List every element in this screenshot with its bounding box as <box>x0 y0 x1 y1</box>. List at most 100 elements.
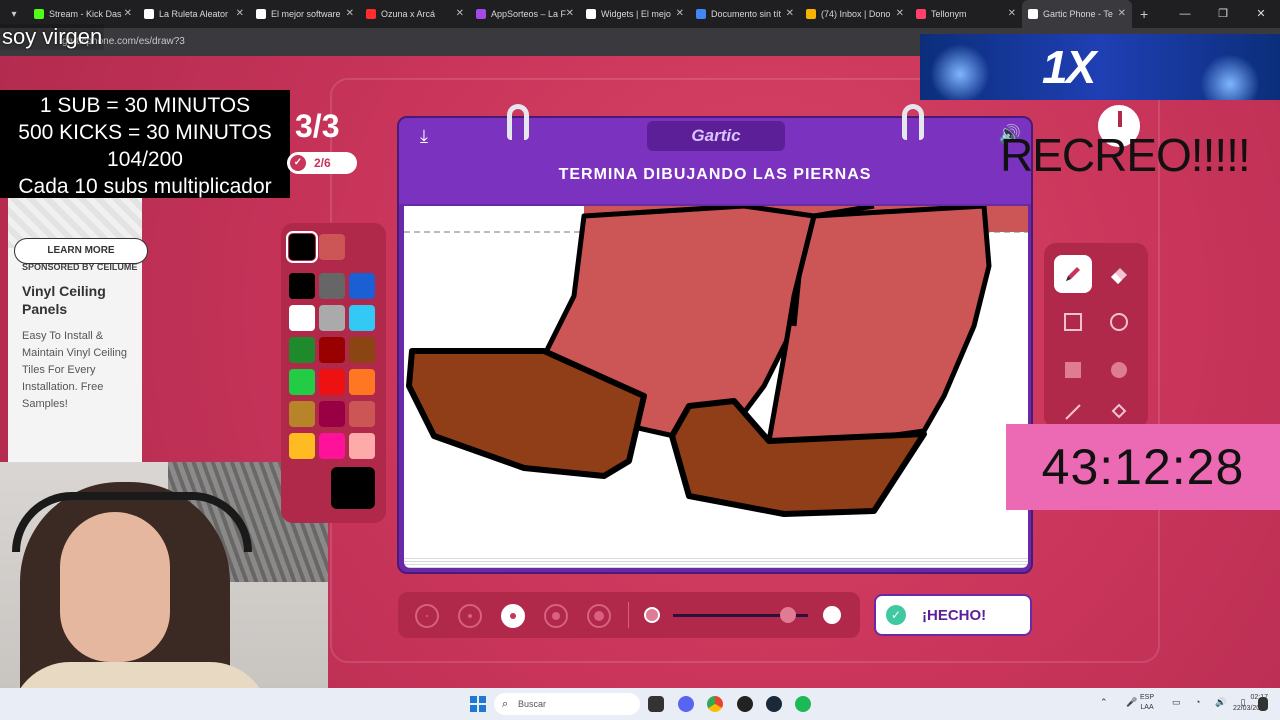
color-swatch[interactable] <box>349 305 375 331</box>
color-swatch[interactable] <box>319 305 345 331</box>
steam-icon[interactable] <box>766 696 782 712</box>
recreo-label: RECREO!!!!! <box>1000 129 1251 181</box>
check-icon: ✓ <box>886 605 906 625</box>
color-swatch[interactable] <box>289 433 315 459</box>
sub-goal-line: 1 SUB = 30 MINUTOS <box>39 94 251 117</box>
browser-tab[interactable]: (74) Inbox | Dono ✕ <box>800 0 910 28</box>
tab-close-icon[interactable]: ✕ <box>1008 8 1016 19</box>
lang-code: ESP <box>1140 694 1155 701</box>
eraser-icon[interactable] <box>1100 255 1138 293</box>
file-explorer-icon[interactable] <box>648 696 664 712</box>
sketchbook-pages <box>404 556 1028 568</box>
sub-goal-line: 104/200 <box>107 148 183 171</box>
color-swatch[interactable] <box>319 337 345 363</box>
obs-icon[interactable] <box>737 696 753 712</box>
browser-tab[interactable]: AppSorteos – La F ✕ <box>470 0 580 28</box>
brush-size-option[interactable] <box>415 604 439 628</box>
new-tab-button[interactable]: + <box>1140 6 1148 22</box>
tab-favicon-icon <box>806 9 816 19</box>
custom-color-swatch[interactable] <box>331 467 375 509</box>
tab-close-icon[interactable]: ✕ <box>566 8 574 19</box>
brush-size-option[interactable] <box>587 604 611 628</box>
tab-close-icon[interactable]: ✕ <box>676 8 684 19</box>
opacity-slider-knob[interactable] <box>779 607 796 623</box>
color-swatch[interactable] <box>319 401 345 427</box>
restore-icon[interactable]: ❐ <box>1204 0 1242 28</box>
color-palette <box>281 223 386 523</box>
rectangle-icon[interactable] <box>1054 303 1092 341</box>
color-swatch[interactable] <box>289 401 315 427</box>
color-swatch[interactable] <box>349 369 375 395</box>
color-swatch[interactable] <box>349 433 375 459</box>
color-swatch[interactable] <box>319 273 345 299</box>
search-icon: ⌕ <box>502 698 509 710</box>
done-label: ¡HECHO! <box>922 606 987 624</box>
keyboard-language[interactable]: ESP LAA <box>1140 693 1154 713</box>
toolbar-divider <box>628 602 629 628</box>
browser-tab[interactable]: Documento sin tít ✕ <box>690 0 800 28</box>
tray-chevron-icon[interactable]: ⌃ 🎤 <box>1100 697 1145 708</box>
tab-label: El mejor software <box>271 9 341 19</box>
done-button[interactable]: ✓ ¡HECHO! <box>874 594 1032 636</box>
close-window-icon[interactable]: ✕ <box>1242 0 1280 28</box>
ad-learn-more-button[interactable]: LEARN MORE <box>14 238 148 264</box>
tab-close-icon[interactable]: ✕ <box>456 8 464 19</box>
minimize-icon[interactable]: — <box>1166 0 1204 28</box>
opacity-min-icon <box>644 607 660 623</box>
color-swatch[interactable] <box>289 305 315 331</box>
brush-size-option[interactable] <box>544 604 568 628</box>
tab-label: Stream - Kick Das <box>49 9 122 19</box>
notification-icon[interactable] <box>1258 697 1268 711</box>
round-counter: 3/3 <box>295 108 340 144</box>
filled-rectangle-icon[interactable] <box>1054 351 1092 389</box>
tab-close-icon[interactable]: ✕ <box>896 8 904 19</box>
tab-close-icon[interactable]: ✕ <box>236 8 244 19</box>
sponsor-banner: 1X <box>920 34 1280 100</box>
tab-favicon-icon <box>916 9 926 19</box>
browser-tab[interactable]: El mejor software ✕ <box>250 0 360 28</box>
browser-tab[interactable]: La Ruleta Aleator ✕ <box>138 0 250 28</box>
color-swatch[interactable] <box>349 273 375 299</box>
color-swatch[interactable] <box>349 401 375 427</box>
brush-size-option[interactable] <box>458 604 482 628</box>
color-swatch[interactable] <box>319 433 345 459</box>
secondary-color[interactable] <box>319 234 345 260</box>
tab-close-icon[interactable]: ✕ <box>1118 8 1126 19</box>
ellipse-icon[interactable] <box>1100 303 1138 341</box>
discord-icon[interactable] <box>678 696 694 712</box>
color-swatch[interactable] <box>289 369 315 395</box>
brush-size-option[interactable] <box>501 604 525 628</box>
banner-glow <box>1200 54 1260 100</box>
color-swatch[interactable] <box>349 337 375 363</box>
filled-ellipse-icon[interactable] <box>1100 351 1138 389</box>
browser-tab[interactable]: Gartic Phone - Te ✕ <box>1022 0 1132 28</box>
browser-tab[interactable]: Widgets | El mejo ✕ <box>580 0 690 28</box>
drawing-canvas[interactable] <box>404 206 1028 556</box>
tab-close-icon[interactable]: ✕ <box>124 8 132 19</box>
drawing-prompt: TERMINA DIBUJANDO LAS PIERNAS <box>558 166 872 183</box>
primary-color[interactable] <box>286 231 318 263</box>
tab-label: Ozuna x Arcá <box>381 9 436 19</box>
tab-favicon-icon <box>256 9 266 19</box>
webcam-feed <box>0 462 328 720</box>
book-ring-icon <box>507 104 529 140</box>
browser-tab[interactable]: Tellonym ✕ <box>910 0 1022 28</box>
windows-start-icon[interactable] <box>470 696 486 712</box>
color-swatch[interactable] <box>319 369 345 395</box>
sub-goal-box: 1 SUB = 30 MINUTOS 500 KICKS = 30 MINUTO… <box>0 90 290 198</box>
download-icon[interactable]: ⤓ <box>413 126 435 148</box>
stream-timer: 43:12:28 <box>1006 424 1280 510</box>
color-swatch[interactable] <box>289 337 315 363</box>
ad-title[interactable]: Vinyl Ceiling Panels <box>22 282 142 318</box>
tab-close-icon[interactable]: ✕ <box>346 8 354 19</box>
tab-close-icon[interactable]: ✕ <box>786 8 794 19</box>
spotify-icon[interactable] <box>795 696 811 712</box>
sub-goal-line: Cada 10 subs multiplicador <box>18 175 272 198</box>
browser-tab[interactable]: Ozuna x Arcá ✕ <box>360 0 470 28</box>
check-icon: ✓ <box>290 155 306 171</box>
chrome-icon[interactable] <box>707 696 723 712</box>
taskbar-search[interactable]: ⌕ Buscar <box>494 693 640 715</box>
tab-favicon-icon <box>34 9 44 19</box>
pen-icon[interactable] <box>1054 255 1092 293</box>
color-swatch[interactable] <box>289 273 315 299</box>
